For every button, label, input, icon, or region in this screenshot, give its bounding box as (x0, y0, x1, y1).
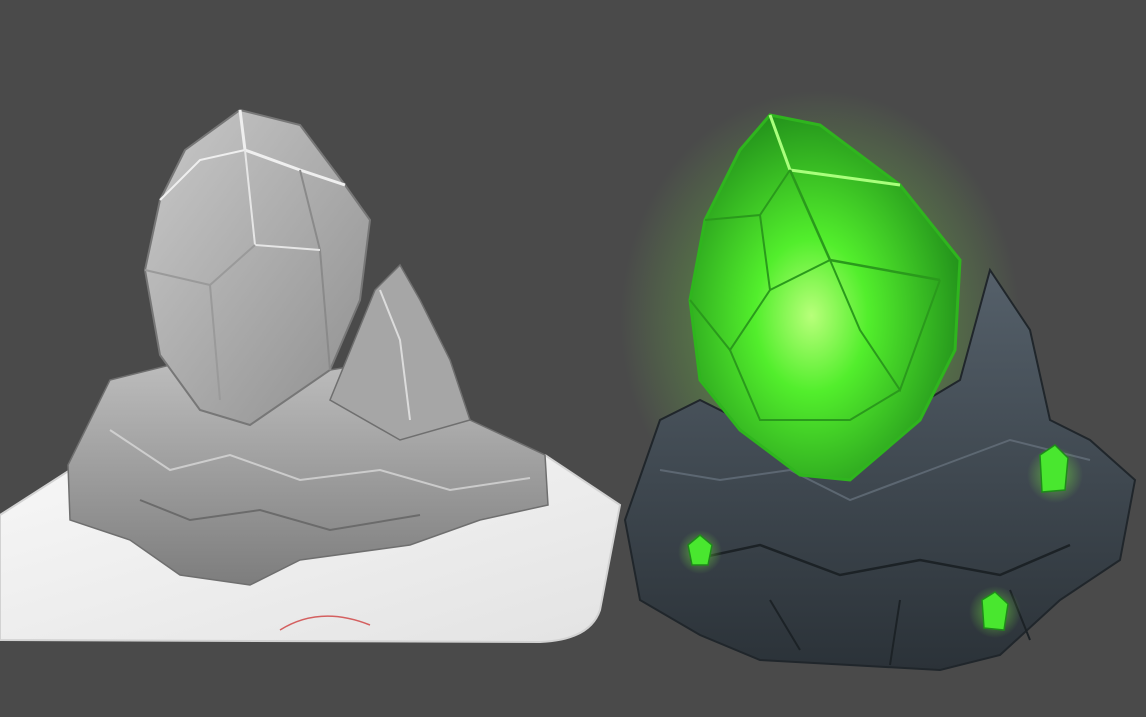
sculpt-model (0, 108, 622, 644)
scene-canvas (0, 90, 1137, 672)
render-scene (0, 0, 1146, 717)
small-gem-left (678, 530, 722, 574)
small-gem-right-bottom (969, 586, 1021, 638)
textured-model (620, 90, 1137, 672)
